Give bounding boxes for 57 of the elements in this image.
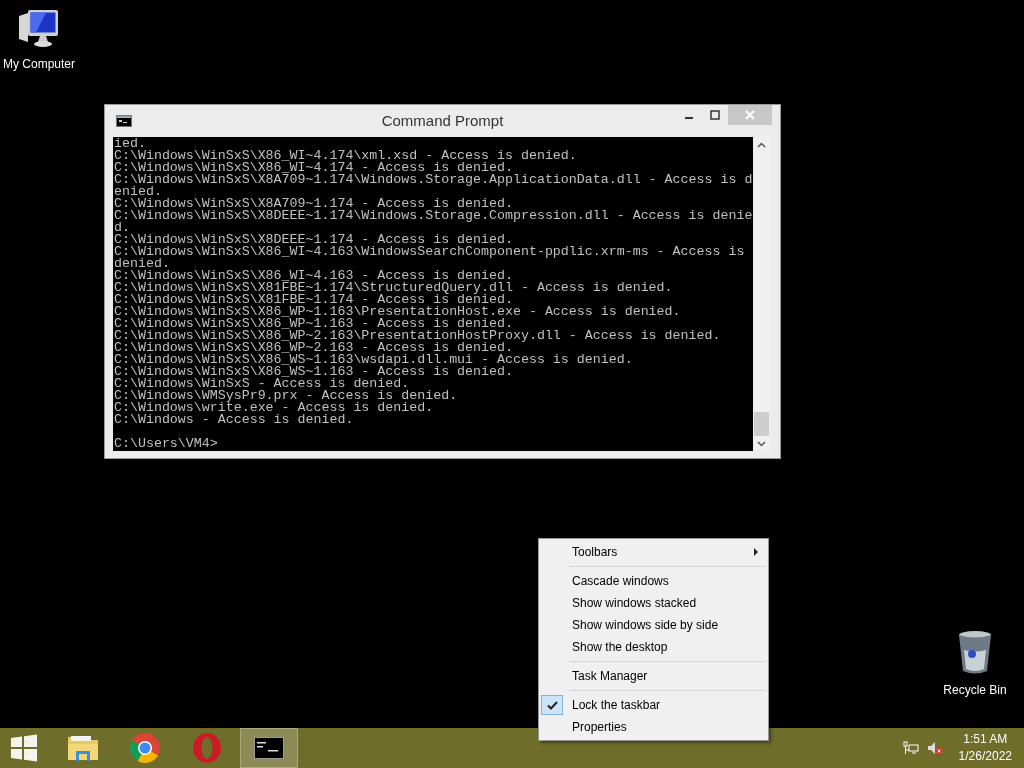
- recycle-bin-icon: [957, 630, 993, 676]
- menu-item[interactable]: Show the desktop: [539, 636, 768, 658]
- desktop-icon-label[interactable]: Recycle Bin: [943, 681, 1007, 699]
- console-line: C:\Windows\WinSxS\X86_WP~1.163 - Access is denied.: [114, 318, 513, 330]
- console-line: C:\Windows\WinSxS\X8A709~1.174\Windows.Storage.ApplicationData.dll - Access is d: [114, 174, 753, 186]
- scrollbar[interactable]: [753, 137, 770, 451]
- console-line: d.: [114, 222, 130, 234]
- menu-item[interactable]: Show windows stacked: [539, 592, 768, 614]
- scroll-down-icon[interactable]: [757, 441, 766, 447]
- menu-item[interactable]: Properties: [539, 716, 768, 738]
- console-line: ied.: [114, 138, 146, 150]
- prompt-line: C:\Users\VM4>: [114, 438, 218, 450]
- close-icon: [745, 110, 755, 120]
- menu-item[interactable]: Show windows side by side: [539, 614, 768, 636]
- opera-logo-icon: [191, 732, 223, 764]
- console-line: C:\Windows\WinSxS\X86_WS~1.163\wsdapi.dll.mui - Access is denied.: [114, 354, 633, 366]
- scroll-thumb[interactable]: [754, 412, 769, 436]
- console-line: C:\Windows\WinSxS\X8DEEE~1.174\Windows.Storage.Compression.dll - Access is denie: [114, 210, 753, 222]
- menu-item[interactable]: Lock the taskbar: [539, 694, 768, 716]
- window-title: Command Prompt: [381, 111, 504, 129]
- console-line: C:\Windows\WinSxS\X86_WI~4.163\WindowsSearchComponent-ppdlic.xrm-ms - Access is: [114, 246, 745, 258]
- console-line: C:\Windows\WinSxS\X86_WP~2.163 - Access is denied.: [114, 342, 513, 354]
- menu-item[interactable]: Task Manager: [539, 665, 768, 687]
- console-line: denied.: [114, 258, 170, 270]
- minimize-icon: [685, 117, 693, 119]
- console-icon: [116, 115, 132, 127]
- console-line: C:\Windows\WinSxS\X86_WI~4.174\xml.xsd - Access is denied.: [114, 150, 577, 162]
- clock[interactable]: 1:51 AM 1/26/2022: [958, 731, 1012, 765]
- console-line: enied.: [114, 186, 162, 198]
- console-line: C:\Windows\write.exe - Access is denied.: [114, 402, 434, 414]
- network-icon[interactable]: [902, 741, 919, 755]
- desktop-icon-label[interactable]: My Computer: [3, 55, 75, 73]
- console-line: C:\Windows\WinSxS\X86_WS~1.163 - Access is denied.: [114, 366, 513, 378]
- console-line: C:\Windows - Access is denied.: [114, 414, 354, 426]
- console-line: C:\Windows\WinSxS\X86_WP~2.163\PresentationHostProxy.dll - Access is denied.: [114, 330, 721, 342]
- console-line: C:\Windows\WMSysPr9.prx - Access is denied.: [114, 390, 458, 402]
- maximize-icon: [710, 110, 720, 120]
- taskbar-app-button[interactable]: [240, 728, 298, 768]
- chrome-logo-icon: [129, 732, 161, 764]
- console-line: C:\Windows\WinSxS\X86_WI~4.174 - Access is denied.: [114, 162, 513, 174]
- folder-icon: [67, 733, 99, 763]
- console-icon: [254, 737, 284, 759]
- clock-date: 1/26/2022: [958, 748, 1012, 765]
- submenu-arrow-icon: [754, 548, 758, 556]
- muted-speaker-icon[interactable]: [926, 741, 943, 755]
- console-line: C:\Windows\WinSxS\X86_WP~1.163\PresentationHost.exe - Access is denied.: [114, 306, 681, 318]
- console-line: C:\Windows\WinSxS - Access is denied.: [114, 378, 410, 390]
- console-line: C:\Windows\WinSxS\X86_WI~4.163 - Access is denied.: [114, 270, 513, 282]
- clock-time: 1:51 AM: [963, 731, 1008, 748]
- menu-item[interactable]: Cascade windows: [539, 570, 768, 592]
- console-line: C:\Windows\WinSxS\X8DEEE~1.174 - Access is denied.: [114, 234, 513, 246]
- scroll-up-icon[interactable]: [757, 142, 766, 148]
- console-line: C:\Windows\WinSxS\X81FBE~1.174 - Access is denied.: [114, 294, 513, 306]
- console-line: C:\Windows\WinSxS\X8A709~1.174 - Access is denied.: [114, 198, 513, 210]
- console-line: C:\Windows\WinSxS\X81FBE~1.174\StructuredQuery.dll - Access is denied.: [114, 282, 673, 294]
- windows-logo-icon: [10, 734, 38, 762]
- menu-item[interactable]: Toolbars: [539, 541, 768, 563]
